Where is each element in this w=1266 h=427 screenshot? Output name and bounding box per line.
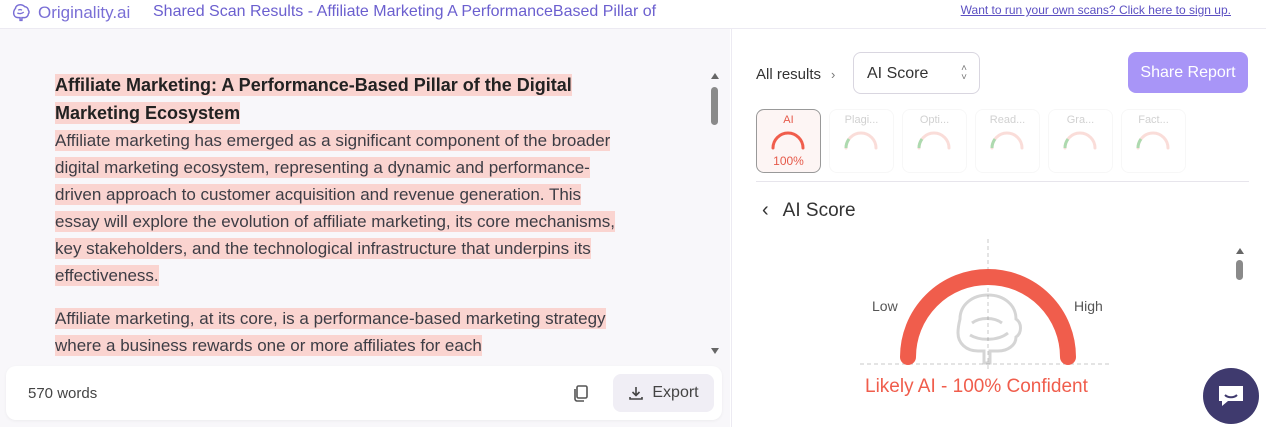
paragraph: Affiliate marketing has emerged as a sig… [55,127,615,289]
scroll-down-icon[interactable] [711,348,719,354]
chat-icon [1219,386,1243,406]
document-heading: Affiliate Marketing: A Performance-Based… [55,71,615,127]
export-label: Export [652,384,699,401]
brain-watermark-icon [956,293,1022,365]
tab-label: Plagi... [844,114,879,126]
mini-gauge-icon [844,131,878,150]
mini-gauge-icon [917,131,951,150]
tab-value: 100% [773,154,804,168]
scroll-up-icon[interactable] [711,73,719,79]
document-content: Affiliate Marketing: A Performance-Based… [55,71,615,375]
document-panel: Affiliate Marketing: A Performance-Based… [0,29,730,427]
tab-label: Opti... [919,114,950,126]
chevron-right-icon: › [831,67,836,82]
heading-line-1: Affiliate Marketing: A Performance-Based… [55,74,572,96]
heading-line-2: Marketing Ecosystem [55,102,241,124]
section-header: ‹ AI Score [762,199,856,222]
breadcrumb[interactable]: All results › [756,66,835,83]
document-title: Shared Scan Results - Affiliate Marketin… [153,3,657,20]
tab-label: Fact... [1138,114,1169,126]
gauge-low-label: Low [872,298,898,314]
tab-label: AI [783,114,794,126]
ai-verdict: Likely AI - 100% Confident [865,376,1088,397]
word-count: 570 words [28,385,98,402]
result-type-select[interactable]: AI Score ˄ ˅ [853,52,980,94]
gauge-high-label: High [1074,298,1103,314]
document-scrollbar[interactable] [709,69,721,354]
tab-grammar[interactable]: Gra... [1048,109,1113,173]
section-title: AI Score [782,199,856,221]
top-bar: Originality.ai Shared Scan Results - Aff… [0,0,1266,29]
chat-support-button[interactable] [1203,368,1259,424]
mini-gauge-icon [771,131,805,150]
breadcrumb-all-results[interactable]: All results [756,66,821,83]
mini-gauge-icon [990,131,1024,150]
scroll-up-icon[interactable] [1236,248,1244,254]
signup-link[interactable]: Want to run your own scans? Click here t… [961,3,1231,17]
divider [756,181,1249,182]
back-chevron-icon[interactable]: ‹ [762,199,769,222]
score-tabs: AI 100% Plagi... Opti... Read... Gra... … [756,109,1186,173]
copy-button[interactable] [571,383,591,403]
mini-gauge-icon [1136,131,1170,150]
paragraph-text: Affiliate marketing has emerged as a sig… [55,130,615,286]
paragraph: Affiliate marketing, at its core, is a p… [55,305,615,359]
brand-logo[interactable]: Originality.ai [10,2,130,24]
download-icon [629,387,644,400]
export-button[interactable]: Export [613,374,714,412]
results-panel: All results › AI Score ˄ ˅ Share Report A… [731,29,1266,427]
ai-score-gauge [860,239,1112,369]
tab-ai[interactable]: AI 100% [756,109,821,173]
tab-label: Read... [989,114,1026,126]
tab-plagiarism[interactable]: Plagi... [829,109,894,173]
tab-readability[interactable]: Read... [975,109,1040,173]
brain-logo-icon [12,4,30,22]
scroll-thumb[interactable] [711,87,718,125]
selected-result-type: AI Score [867,65,929,82]
mini-gauge-icon [1063,131,1097,150]
tab-label: Gra... [1066,114,1095,126]
document-footer: 570 words Export [6,366,722,420]
copy-icon [574,385,588,402]
tab-fact-check[interactable]: Fact... [1121,109,1186,173]
share-report-button[interactable]: Share Report [1128,52,1248,93]
brand-name: Originality.ai [38,3,131,22]
paragraph-text: Affiliate marketing, at its core, is a p… [55,308,606,356]
tab-optimization[interactable]: Opti... [902,109,967,173]
chevron-updown-icon: ˄ ˅ [961,63,967,83]
scroll-thumb[interactable] [1236,260,1243,280]
